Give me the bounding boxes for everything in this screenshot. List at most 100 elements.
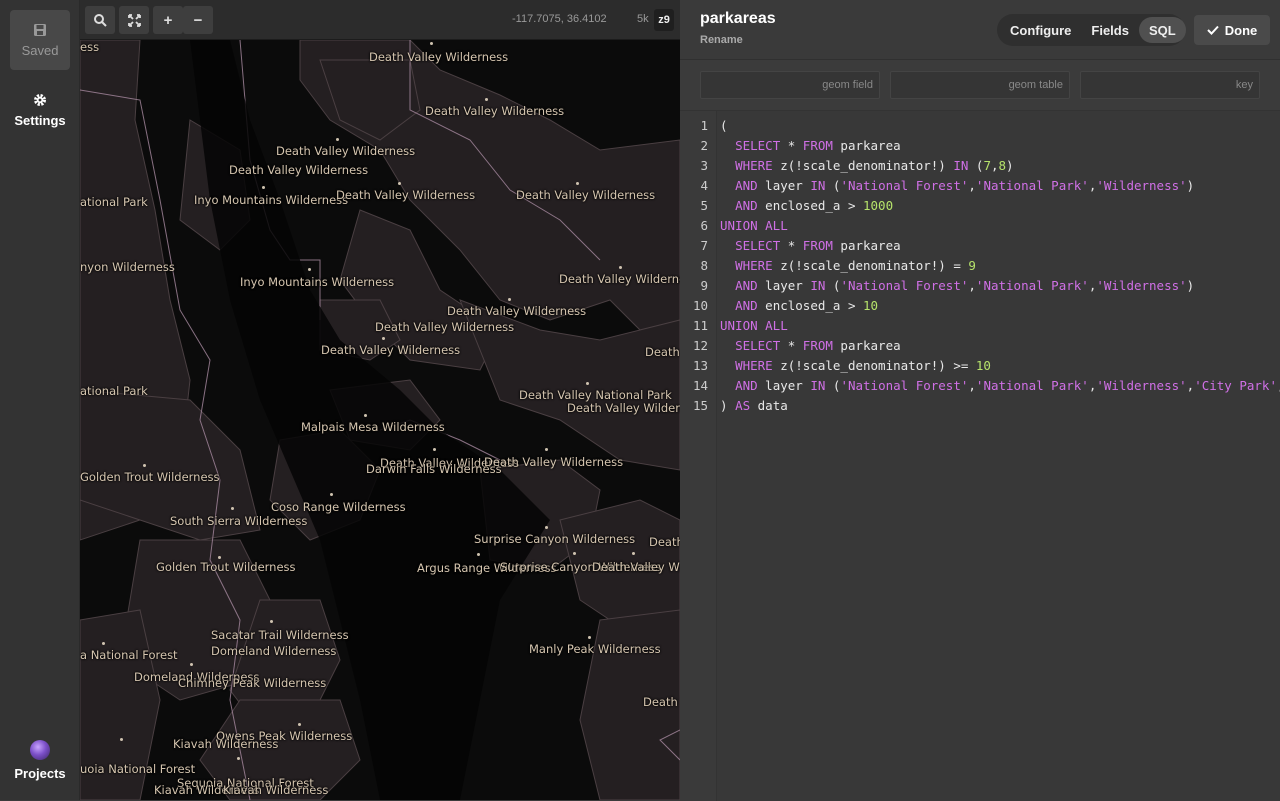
- tab-sql[interactable]: SQL: [1138, 17, 1186, 43]
- map-label: ational Park: [80, 195, 148, 209]
- done-button[interactable]: Done: [1194, 15, 1270, 45]
- code-token: z(!scale_denominator!): [772, 158, 954, 173]
- code-token: ,: [968, 178, 976, 193]
- code-token: WHERE: [735, 158, 773, 173]
- key-input[interactable]: key: [1080, 71, 1260, 99]
- code-line: AND layer IN ('National Forest','Nationa…: [720, 378, 1280, 393]
- code-line: WHERE z(!scale_denominator!) = 9: [720, 258, 976, 273]
- code-token: ): [1006, 158, 1014, 173]
- map-point: [430, 42, 433, 45]
- rename-link[interactable]: Rename: [700, 34, 743, 46]
- map-point: [231, 507, 234, 510]
- code-token: 'National Park': [975, 278, 1089, 293]
- map-point: [120, 738, 123, 741]
- code-token: AND: [735, 198, 758, 213]
- code-token: FROM: [802, 238, 833, 253]
- code-token: ,: [990, 158, 999, 173]
- map-point: [190, 663, 193, 666]
- code-line: UNION ALL: [720, 318, 788, 333]
- line-number: 7: [700, 238, 708, 253]
- code-line: WHERE z(!scale_denominator!) >= 10: [720, 358, 991, 373]
- code-token: ): [1186, 178, 1195, 193]
- map-point: [619, 266, 622, 269]
- code-token: AND: [735, 178, 758, 193]
- code-token: WHERE: [735, 258, 773, 273]
- map-label: Death Valley Wilderness: [516, 188, 656, 202]
- map-label: Death: [649, 535, 680, 549]
- code-token: SELECT: [735, 138, 781, 153]
- map-view[interactable]: Death Valley Wilderness Death Valley Wild…: [80, 0, 680, 800]
- map-label: Kiavah Wilderness: [173, 737, 279, 751]
- line-number-gutter: 1 2 3 4 5 6 7 8 9 10 11 12 13 14 15: [680, 111, 717, 801]
- code-token: 1000: [863, 198, 894, 213]
- map-point: [508, 298, 511, 301]
- map-label: Manly Peak Wilderness: [529, 642, 661, 656]
- code-token: FROM: [802, 138, 833, 153]
- code-line: (: [720, 118, 728, 133]
- code-token: z(!scale_denominator!) =: [772, 258, 969, 273]
- map-label: nyon Wilderness: [80, 260, 175, 274]
- code-token: 'National Park': [975, 178, 1089, 193]
- tab-configure[interactable]: Configure: [1000, 17, 1081, 43]
- code-token: FROM: [802, 338, 833, 353]
- code-token: 'City Park': [1194, 378, 1277, 393]
- line-number: 8: [700, 258, 708, 273]
- code-token: 'Wilderness': [1096, 278, 1187, 293]
- map-point: [398, 182, 401, 185]
- map-point: [586, 382, 589, 385]
- code-token: 10: [863, 298, 879, 313]
- zoom-in-button[interactable]: +: [153, 6, 183, 34]
- map-label: Death Valley Wilderness: [375, 320, 515, 334]
- map-point: [545, 448, 548, 451]
- line-number: 13: [692, 358, 708, 373]
- map-label: Domeland Wilderness: [211, 644, 337, 658]
- code-token: (: [720, 118, 728, 133]
- line-number: 11: [692, 318, 708, 333]
- code-token: AND: [735, 378, 758, 393]
- code-line: UNION ALL: [720, 218, 788, 233]
- code-token: *: [780, 138, 803, 153]
- map-point: [308, 268, 311, 271]
- code-token: 8: [998, 158, 1007, 173]
- search-button[interactable]: [85, 6, 115, 34]
- coordinates-readout: -117.7075, 36.4102: [512, 13, 607, 25]
- geom-field-input[interactable]: geom field: [700, 71, 880, 99]
- map-point: [477, 553, 480, 556]
- code-token: 'National Forest': [840, 378, 969, 393]
- map-point: [262, 186, 265, 189]
- code-token: 9: [968, 258, 976, 273]
- code-token: UNION ALL: [720, 218, 788, 233]
- map-point: [218, 556, 221, 559]
- line-number: 14: [692, 378, 708, 393]
- fit-extent-icon: [127, 13, 141, 27]
- map-label: Inyo Mountains Wilderness: [194, 193, 349, 207]
- code-token: AND: [735, 298, 758, 313]
- settings-button[interactable]: Settings: [10, 80, 70, 140]
- map-point: [336, 138, 339, 141]
- code-token: enclosed_a >: [757, 198, 863, 213]
- code-token: SELECT: [735, 338, 781, 353]
- map-label: Death Valley Wilderness: [592, 560, 680, 574]
- map-label: Coso Range Wilderness: [271, 500, 406, 514]
- code-token: (: [825, 278, 841, 293]
- map-label: Death Valley National Park: [519, 388, 672, 402]
- tab-fields[interactable]: Fields: [1081, 17, 1139, 43]
- code-line: AND enclosed_a > 10: [720, 298, 878, 313]
- zoom-out-button[interactable]: −: [183, 6, 213, 34]
- geom-table-input[interactable]: geom table: [890, 71, 1070, 99]
- saved-button[interactable]: Saved: [10, 10, 70, 70]
- fit-extent-button[interactable]: [119, 6, 149, 34]
- code-token: 'Wilderness': [1096, 178, 1187, 193]
- code-token: IN: [953, 158, 969, 173]
- sql-editor[interactable]: 1 2 3 4 5 6 7 8 9 10 11 12 13 14 15 ( SELECT * FROM pa…: [680, 110, 1280, 801]
- code-token: data: [750, 398, 788, 413]
- settings-label: Settings: [14, 112, 66, 128]
- code-line: SELECT * FROM parkarea: [720, 138, 901, 153]
- app-sidebar: Saved Settings Projects: [0, 0, 80, 800]
- projects-button[interactable]: Projects: [10, 730, 70, 790]
